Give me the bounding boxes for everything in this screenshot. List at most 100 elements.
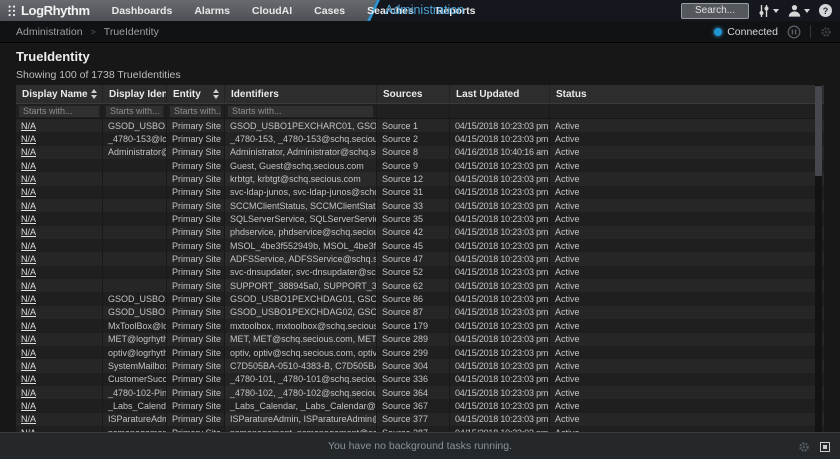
cell-display-name: N/A bbox=[16, 386, 103, 399]
breadcrumb-administration[interactable]: Administration bbox=[16, 26, 83, 38]
column-header-display-name[interactable]: Display Name bbox=[16, 85, 103, 103]
logo[interactable]: LogRhythm bbox=[8, 3, 90, 18]
filter-input-entity[interactable]: Starts with... bbox=[170, 106, 221, 117]
display-name-link[interactable]: N/A bbox=[21, 374, 36, 384]
sort-icon[interactable] bbox=[91, 89, 98, 99]
column-label: Entity bbox=[173, 89, 201, 100]
display-name-link[interactable]: N/A bbox=[21, 134, 36, 144]
display-name-link[interactable]: N/A bbox=[21, 227, 36, 237]
display-name-link[interactable]: N/A bbox=[21, 121, 36, 131]
status-bar: You have no background tasks running. bbox=[0, 432, 840, 459]
column-header-status[interactable]: Status bbox=[550, 85, 824, 103]
nav-item-dashboards[interactable]: Dashboards bbox=[112, 5, 173, 17]
table-scrollbar[interactable] bbox=[815, 85, 822, 432]
cell-last-updated: 04/15/2018 10:23:03 pm bbox=[450, 333, 550, 346]
display-name-link[interactable]: N/A bbox=[21, 281, 36, 291]
table-row[interactable]: N/AMxToolBox@logr...Primary Sitemxtoolbo… bbox=[16, 319, 824, 332]
tasks-gear-icon[interactable] bbox=[798, 441, 810, 453]
table-row[interactable]: N/AAdministrator@lo...Primary SiteAdmini… bbox=[16, 146, 824, 159]
table-row[interactable]: N/AMET@logrhythm...Primary SiteMET, MET@… bbox=[16, 333, 824, 346]
cell-sources: Source 87 bbox=[377, 306, 450, 319]
filter-input-display-identi[interactable]: Starts with... bbox=[106, 106, 163, 117]
display-name-link[interactable]: N/A bbox=[21, 201, 36, 211]
table-row[interactable]: N/AISParatureAdmin...Primary SiteISParat… bbox=[16, 413, 824, 426]
column-header-last-updated[interactable]: Last Updated bbox=[450, 85, 550, 103]
display-name-link[interactable]: N/A bbox=[21, 334, 36, 344]
display-name-link[interactable]: N/A bbox=[21, 307, 36, 317]
display-name-link[interactable]: N/A bbox=[21, 267, 36, 277]
display-name-link[interactable]: N/A bbox=[21, 254, 36, 264]
table-row[interactable]: N/A_4780-153@logrh...Primary Site_4780-1… bbox=[16, 132, 824, 145]
cell-display-name: N/A bbox=[16, 212, 103, 225]
table-row[interactable]: N/A_4780-102-Ping@...Primary Site_4780-1… bbox=[16, 386, 824, 399]
display-name-link[interactable]: N/A bbox=[21, 147, 36, 157]
table-row[interactable]: N/APrimary SiteMSOL_4be3f552949b, MSOL_4… bbox=[16, 239, 824, 252]
display-name-link[interactable]: N/A bbox=[21, 174, 36, 184]
nav-item-administration-active[interactable]: Administration bbox=[385, 0, 464, 21]
filter-input-display-name[interactable]: Starts with... bbox=[19, 106, 99, 117]
cell-sources: Source 367 bbox=[377, 399, 450, 412]
table-row[interactable]: N/APrimary SiteSUPPORT_388945a0, SUPPORT… bbox=[16, 279, 824, 292]
preferences-menu-button[interactable] bbox=[758, 4, 779, 18]
display-name-link[interactable]: N/A bbox=[21, 187, 36, 197]
column-header-entity[interactable]: Entity bbox=[167, 85, 225, 103]
table-row[interactable]: N/APrimary Sitesvc-dnsupdater, svc-dnsup… bbox=[16, 266, 824, 279]
table-row[interactable]: N/APrimary SiteSCCMClientStatus, SCCMCli… bbox=[16, 199, 824, 212]
table-row[interactable]: N/ASystemMailbox{C...Primary SiteC7D505B… bbox=[16, 359, 824, 372]
sliders-icon bbox=[758, 4, 770, 18]
table-row[interactable]: N/A_Labs_Calendar@...Primary Site_Labs_C… bbox=[16, 399, 824, 412]
scrollbar-thumb[interactable] bbox=[815, 86, 822, 176]
table-row[interactable]: N/APrimary Sitesvc-ldap-junos, svc-ldap-… bbox=[16, 186, 824, 199]
display-name-link[interactable]: N/A bbox=[21, 361, 36, 371]
column-header-sources[interactable]: Sources bbox=[377, 85, 450, 103]
table-row[interactable]: N/AGSOD_USBO1PEX...Primary SiteGSOD_USBO… bbox=[16, 292, 824, 305]
display-name-link[interactable]: N/A bbox=[21, 388, 36, 398]
cell-display-name: N/A bbox=[16, 266, 103, 279]
display-name-link[interactable]: N/A bbox=[21, 348, 36, 358]
cell-sources: Source 47 bbox=[377, 252, 450, 265]
table-row[interactable]: N/APrimary SiteGuest, Guest@schq.secious… bbox=[16, 159, 824, 172]
cell-sources: Source 1 bbox=[377, 119, 450, 132]
table-row[interactable]: N/Aoptiv@logrhythm...Primary Siteoptiv, … bbox=[16, 346, 824, 359]
nav-item-cases[interactable]: Cases bbox=[314, 5, 345, 17]
cell-entity: Primary Site bbox=[167, 292, 225, 305]
display-name-link[interactable]: N/A bbox=[21, 214, 36, 224]
cell-last-updated: 04/15/2018 10:23:03 pm bbox=[450, 413, 550, 426]
nav-item-alarms[interactable]: Alarms bbox=[194, 5, 230, 17]
nav-item-cloudai[interactable]: CloudAI bbox=[252, 5, 292, 17]
table-row[interactable]: N/AGSOD_USBO1PEX...Primary SiteGSOD_USBO… bbox=[16, 119, 824, 132]
column-header-identifiers[interactable]: Identifiers bbox=[225, 85, 377, 103]
pause-button-icon[interactable] bbox=[787, 25, 801, 39]
cell-status: Active bbox=[550, 359, 824, 372]
display-name-link[interactable]: N/A bbox=[21, 414, 36, 424]
cell-identifiers: SQLServerService, SQLServerService@schq.… bbox=[225, 212, 377, 225]
display-name-link[interactable]: N/A bbox=[21, 321, 36, 331]
cell-display-identi: MxToolBox@logr... bbox=[103, 319, 167, 332]
display-name-link[interactable]: N/A bbox=[21, 401, 36, 411]
column-header-display-identi[interactable]: Display Identi... bbox=[103, 85, 167, 103]
help-button[interactable]: ? bbox=[819, 4, 832, 17]
stop-tasks-icon[interactable] bbox=[820, 442, 830, 452]
cell-display-identi: ISParatureAdmin... bbox=[103, 413, 167, 426]
filter-cell: Starts with... bbox=[225, 104, 377, 118]
display-name-link[interactable]: N/A bbox=[21, 294, 36, 304]
user-menu-button[interactable] bbox=[788, 4, 810, 17]
filter-cell: Starts with... bbox=[103, 104, 167, 118]
settings-gear-icon[interactable] bbox=[820, 26, 832, 38]
cell-entity: Primary Site bbox=[167, 333, 225, 346]
search-button[interactable]: Search... bbox=[681, 3, 749, 19]
cell-status: Active bbox=[550, 292, 824, 305]
cell-display-identi bbox=[103, 199, 167, 212]
table-row[interactable]: N/APrimary SiteADFSService, ADFSService@… bbox=[16, 252, 824, 265]
table-row[interactable]: N/APrimary SiteSQLServerService, SQLServ… bbox=[16, 212, 824, 225]
table-row[interactable]: N/APrimary Sitekrbtgt, krbtgt@schq.secio… bbox=[16, 172, 824, 185]
table-row[interactable]: N/AGSOD_USBO1PEX...Primary SiteGSOD_USBO… bbox=[16, 306, 824, 319]
cell-display-identi: CustomerSuccess... bbox=[103, 373, 167, 386]
table-row[interactable]: N/APrimary Sitephdservice, phdservice@sc… bbox=[16, 226, 824, 239]
display-name-link[interactable]: N/A bbox=[21, 161, 36, 171]
display-name-link[interactable]: N/A bbox=[21, 241, 36, 251]
sort-icon[interactable] bbox=[213, 89, 220, 99]
table-row[interactable]: N/ACustomerSuccess...Primary Site_4780-1… bbox=[16, 373, 824, 386]
filter-input-identifiers[interactable]: Starts with... bbox=[228, 106, 373, 117]
cell-sources: Source 45 bbox=[377, 239, 450, 252]
